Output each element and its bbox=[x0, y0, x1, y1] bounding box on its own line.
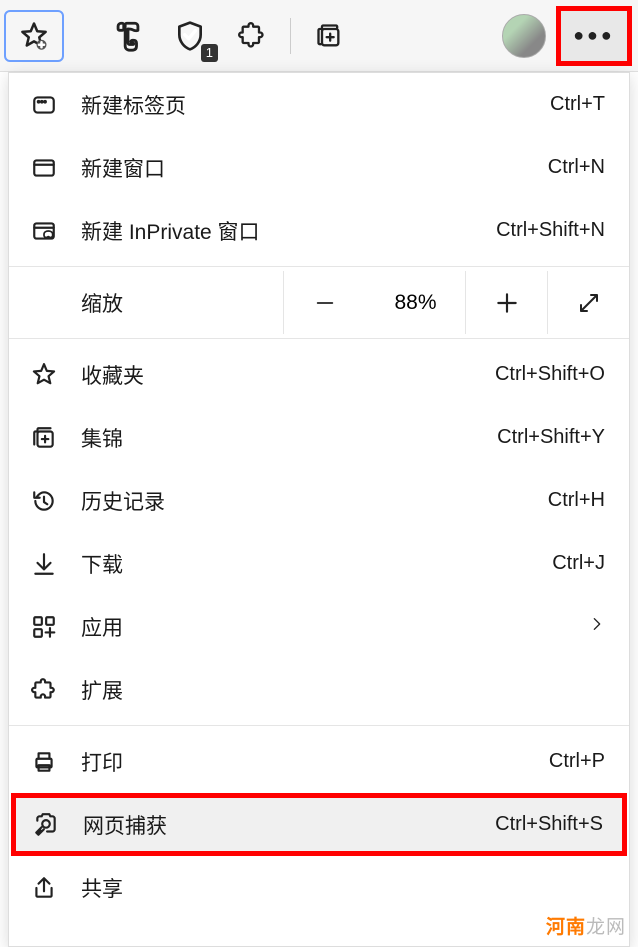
menu-separator bbox=[9, 725, 629, 726]
add-favorite-button[interactable] bbox=[4, 10, 64, 62]
profile-avatar[interactable] bbox=[502, 14, 546, 58]
more-icon: ●●● bbox=[573, 25, 615, 46]
settings-menu: 新建标签页 Ctrl+T 新建窗口 Ctrl+N 新建 InPrivate 窗口… bbox=[8, 72, 630, 947]
menu-shortcut: Ctrl+T bbox=[550, 93, 605, 116]
menu-shortcut: Ctrl+Shift+S bbox=[495, 813, 603, 836]
menu-label: 集锦 bbox=[81, 423, 497, 453]
zoom-out-button[interactable] bbox=[283, 271, 365, 334]
menu-share[interactable]: 共享 bbox=[9, 856, 629, 919]
menu-label: 新建 InPrivate 窗口 bbox=[81, 216, 496, 246]
downloads-icon bbox=[29, 549, 59, 579]
fullscreen-button[interactable] bbox=[547, 271, 629, 334]
collections-icon bbox=[29, 423, 59, 453]
menu-zoom-row: 缩放 88% bbox=[9, 271, 629, 334]
menu-label: 新建窗口 bbox=[81, 153, 548, 183]
menu-label: 应用 bbox=[81, 612, 589, 642]
menu-print[interactable]: 打印 Ctrl+P bbox=[9, 730, 629, 793]
browser-toolbar: 1 ●●● bbox=[0, 0, 638, 72]
toolbar-separator bbox=[290, 18, 291, 54]
menu-label: 扩展 bbox=[81, 675, 605, 705]
menu-shortcut: Ctrl+P bbox=[549, 750, 605, 773]
chevron-right-icon bbox=[589, 615, 605, 638]
menu-label: 收藏夹 bbox=[81, 360, 495, 390]
collections-toolbar-button[interactable] bbox=[299, 10, 359, 62]
favorites-icon bbox=[29, 360, 59, 390]
menu-web-capture[interactable]: 网页捕获 Ctrl+Shift+S bbox=[11, 793, 627, 856]
menu-label: 下载 bbox=[81, 549, 552, 579]
menu-label: 新建标签页 bbox=[81, 90, 550, 120]
menu-shortcut: Ctrl+Shift+N bbox=[496, 219, 605, 242]
menu-label: 打印 bbox=[81, 747, 549, 777]
menu-shortcut: Ctrl+N bbox=[548, 156, 605, 179]
history-icon bbox=[29, 486, 59, 516]
share-icon bbox=[29, 873, 59, 903]
menu-apps[interactable]: 应用 bbox=[9, 595, 629, 658]
print-icon bbox=[29, 747, 59, 777]
menu-shortcut: Ctrl+Shift+O bbox=[495, 363, 605, 386]
new-window-icon bbox=[29, 153, 59, 183]
menu-collections[interactable]: 集锦 Ctrl+Shift+Y bbox=[9, 406, 629, 469]
new-tab-icon bbox=[29, 90, 59, 120]
menu-favorites[interactable]: 收藏夹 Ctrl+Shift+O bbox=[9, 343, 629, 406]
menu-extensions[interactable]: 扩展 bbox=[9, 658, 629, 721]
zoom-value: 88% bbox=[365, 291, 465, 315]
menu-new-tab[interactable]: 新建标签页 Ctrl+T bbox=[9, 73, 629, 136]
shield-extension-button[interactable]: 1 bbox=[160, 10, 220, 62]
menu-label: 历史记录 bbox=[81, 486, 548, 516]
menu-new-window[interactable]: 新建窗口 Ctrl+N bbox=[9, 136, 629, 199]
capture-icon bbox=[31, 810, 61, 840]
menu-separator bbox=[9, 266, 629, 267]
apps-icon bbox=[29, 612, 59, 642]
menu-shortcut: Ctrl+Shift+Y bbox=[497, 426, 605, 449]
menu-label: 网页捕获 bbox=[83, 810, 495, 840]
extensions-icon bbox=[29, 675, 59, 705]
watermark: 河南龙网 bbox=[546, 912, 626, 939]
extensions-puzzle-button[interactable] bbox=[222, 10, 282, 62]
menu-downloads[interactable]: 下载 Ctrl+J bbox=[9, 532, 629, 595]
zoom-in-button[interactable] bbox=[465, 271, 547, 334]
zoom-label: 缩放 bbox=[81, 288, 283, 318]
menu-shortcut: Ctrl+H bbox=[548, 489, 605, 512]
menu-label: 共享 bbox=[81, 873, 605, 903]
menu-separator bbox=[9, 338, 629, 339]
inprivate-icon bbox=[29, 216, 59, 246]
extension-badge: 1 bbox=[201, 44, 218, 62]
settings-more-button[interactable]: ●●● bbox=[556, 6, 632, 66]
evernote-extension-button[interactable] bbox=[98, 10, 158, 62]
menu-shortcut: Ctrl+J bbox=[552, 552, 605, 575]
menu-new-inprivate[interactable]: 新建 InPrivate 窗口 Ctrl+Shift+N bbox=[9, 199, 629, 262]
menu-history[interactable]: 历史记录 Ctrl+H bbox=[9, 469, 629, 532]
